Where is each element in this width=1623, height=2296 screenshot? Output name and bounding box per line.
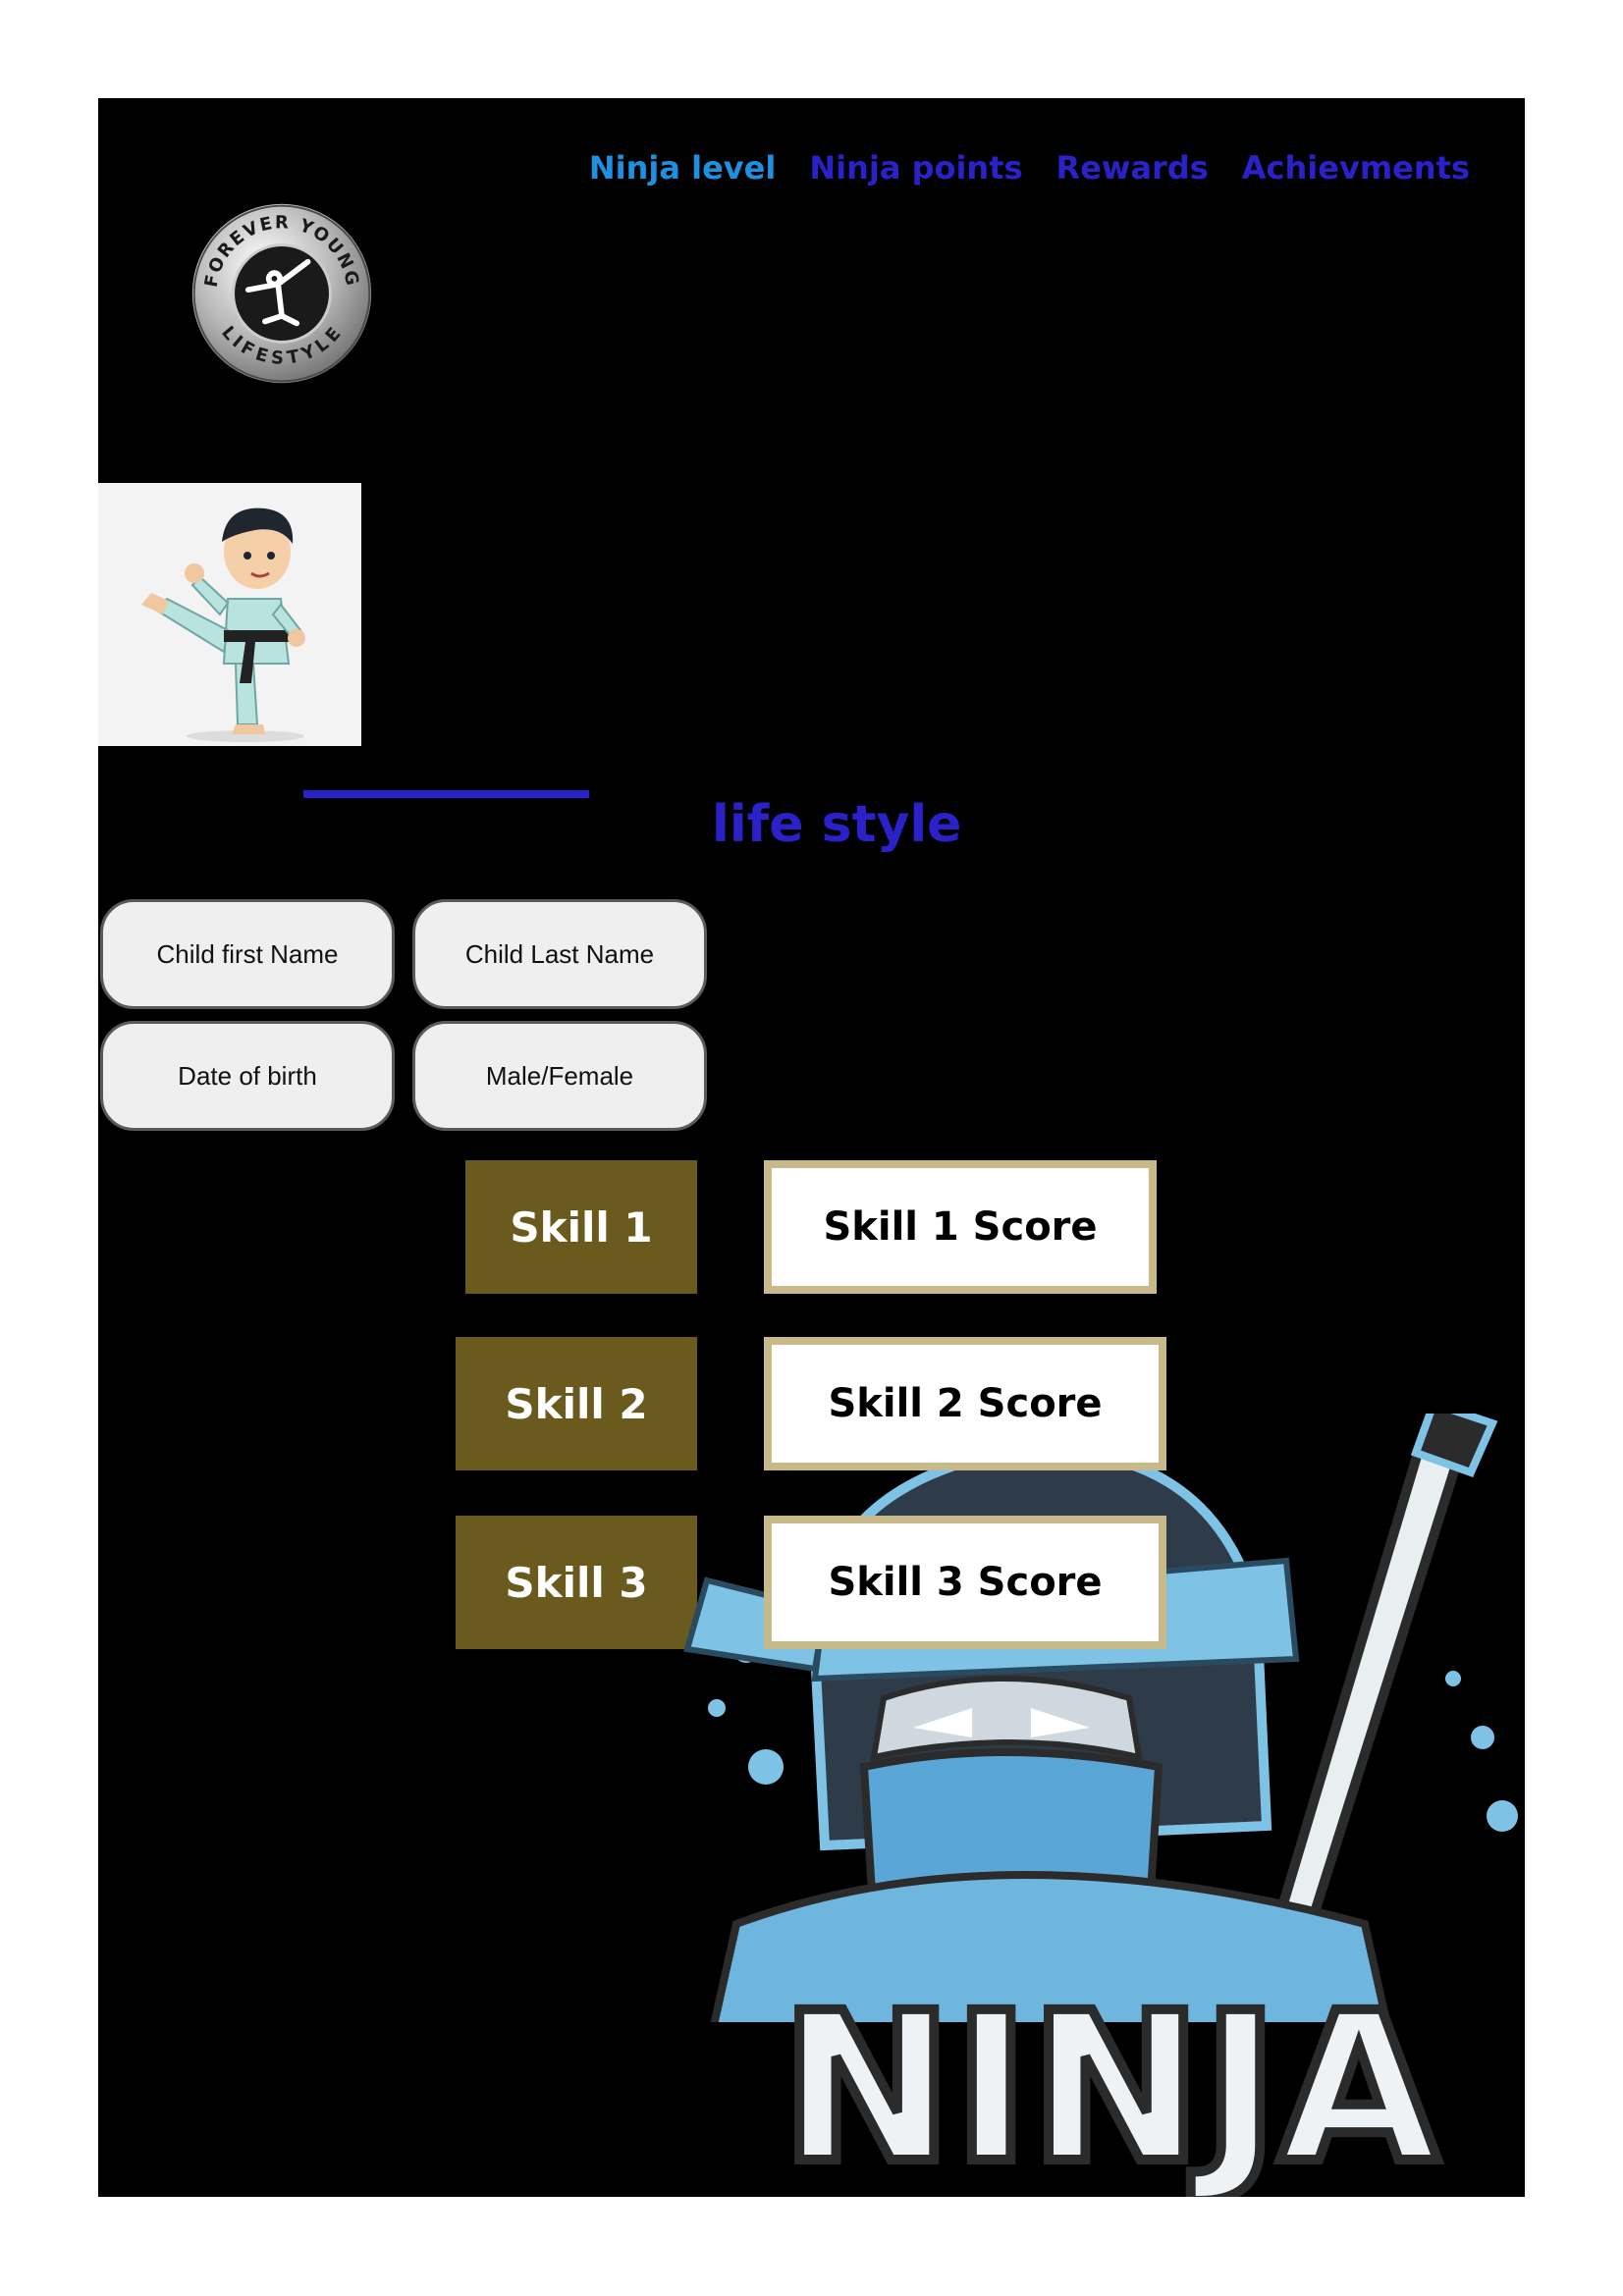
skill-3-score[interactable]: Skill 3 Score (764, 1516, 1166, 1649)
accent-bar (303, 790, 589, 798)
date-of-birth-field[interactable]: Date of birth (100, 1021, 395, 1131)
nav-rewards[interactable]: Rewards (1056, 149, 1209, 187)
child-first-name-placeholder: Child first Name (156, 938, 339, 969)
gender-placeholder: Male/Female (485, 1060, 634, 1091)
nav-ninja-points[interactable]: Ninja points (809, 149, 1022, 187)
skill-3-label: Skill 3 (456, 1516, 697, 1649)
top-nav: Ninja level Ninja points Rewards Achievm… (589, 149, 1470, 187)
skill-1-label: Skill 1 (465, 1160, 697, 1294)
nav-achievements[interactable]: Achievments (1242, 149, 1470, 187)
forever-young-logo-icon: FOREVER YOUNG LIFESTYLE (191, 203, 372, 384)
skill-2-label: Skill 2 (456, 1337, 697, 1470)
child-last-name-placeholder: Child Last Name (464, 938, 655, 969)
nav-ninja-level[interactable]: Ninja level (589, 149, 776, 187)
gender-field[interactable]: Male/Female (412, 1021, 707, 1131)
profile-card: Ninja level Ninja points Rewards Achievm… (98, 98, 1525, 2197)
date-of-birth-placeholder: Date of birth (178, 1060, 317, 1091)
karate-kid-icon (98, 483, 361, 746)
skill-2-score[interactable]: Skill 2 Score (764, 1337, 1166, 1470)
skill-1-score[interactable]: Skill 1 Score (764, 1160, 1157, 1294)
child-first-name-field[interactable]: Child first Name (100, 899, 395, 1009)
mascot-text: NINJA (781, 1968, 1438, 2197)
child-last-name-field[interactable]: Child Last Name (412, 899, 707, 1009)
page-headline: life style (712, 795, 962, 854)
